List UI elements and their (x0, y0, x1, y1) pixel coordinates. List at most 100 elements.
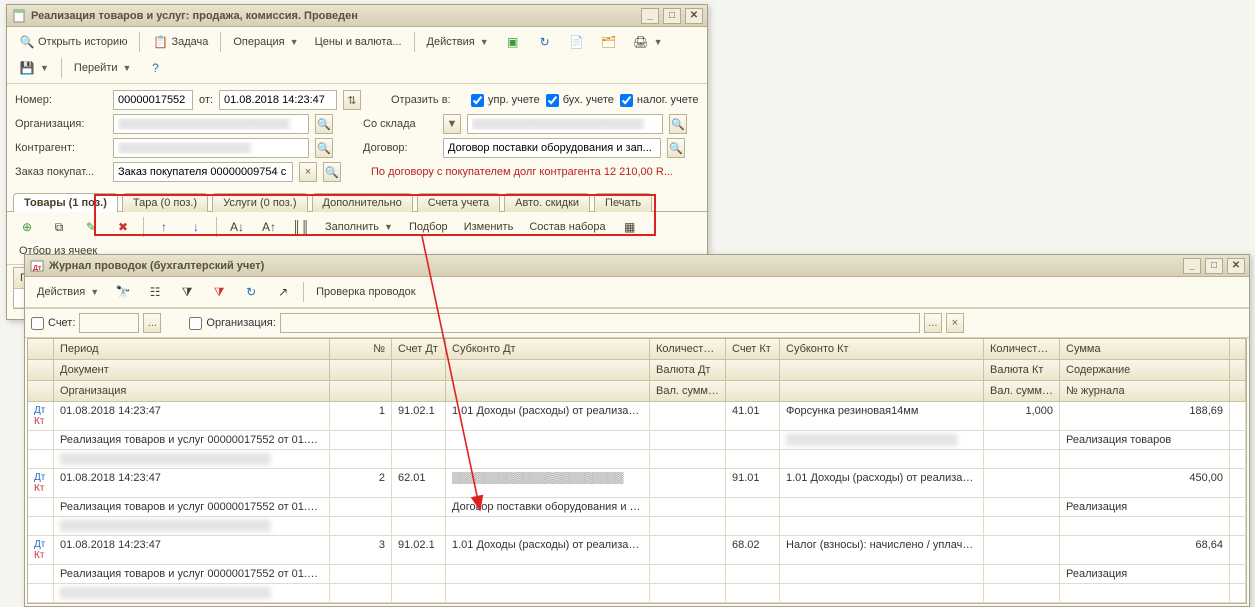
filter-off-button[interactable]: ⧩ (205, 281, 233, 303)
col-no[interactable]: № (330, 339, 392, 359)
journal-cell[interactable]: 2 (330, 469, 392, 498)
journal-cell[interactable] (392, 584, 446, 603)
journal-cell[interactable]: 3 (330, 536, 392, 565)
move-up-button[interactable]: ↑ (150, 216, 178, 238)
journal-cell[interactable]: ▒▒▒▒▒▒▒▒▒▒▒▒▒▒▒▒▒▒▒▒▒▒▒▒▒▒▒ (54, 450, 330, 469)
edit-row-button[interactable]: ✎ (77, 216, 105, 238)
cells-icon-button[interactable]: ▦ (616, 216, 644, 238)
goto-button[interactable]: Перейти ▼ (68, 59, 138, 77)
actions-button[interactable]: Действия ▼ (421, 33, 495, 51)
journal-cell[interactable] (984, 565, 1060, 584)
journal-cell[interactable] (984, 536, 1060, 565)
copy-button[interactable]: 📄 (563, 31, 591, 53)
journal-cell[interactable] (1230, 517, 1246, 536)
journal-cell[interactable] (1060, 517, 1230, 536)
journal-cell[interactable]: 1,000 (984, 402, 1060, 431)
store-dd[interactable]: ▼ (443, 114, 461, 134)
journal-cell[interactable]: ▒▒▒▒▒▒▒▒▒▒▒▒▒▒▒▒▒▒▒▒▒▒ (780, 431, 984, 450)
journal-cell[interactable]: 01.08.2018 14:23:47 (54, 469, 330, 498)
order-clear[interactable]: × (299, 162, 317, 182)
journal-cell[interactable] (1230, 469, 1246, 498)
refresh-journal-button[interactable]: ↻ (237, 281, 265, 303)
tab-0[interactable]: Товары (1 поз.) (13, 193, 118, 212)
store-input[interactable] (467, 114, 663, 134)
journal-cell[interactable] (650, 469, 726, 498)
journal-cell[interactable] (1230, 431, 1246, 450)
sort-desc-button[interactable]: A↑ (255, 216, 283, 238)
journal-cell[interactable] (392, 498, 446, 517)
journal-cell[interactable]: 68,64 (1060, 536, 1230, 565)
task-button[interactable]: 📋 Задача (146, 31, 214, 53)
journal-cell[interactable]: 188,69 (1060, 402, 1230, 431)
sort-asc-button[interactable]: A↓ (223, 216, 251, 238)
journal-cell[interactable]: ▒▒▒▒▒▒▒▒▒▒▒▒▒▒▒▒▒▒▒▒▒▒▒▒▒▒▒ (54, 517, 330, 536)
journal-cell[interactable] (726, 498, 780, 517)
copy-row-button[interactable]: ⧉ (45, 216, 73, 238)
minimize-button[interactable]: _ (641, 8, 659, 24)
col-cur-dt[interactable]: Валюта Дт (650, 360, 726, 380)
open-history-button[interactable]: 🔍 Открыть историю (13, 31, 133, 53)
tab-5[interactable]: Авто. скидки (504, 193, 590, 212)
journal-cell[interactable] (392, 565, 446, 584)
journal-cell[interactable] (650, 584, 726, 603)
journal-cell[interactable] (726, 584, 780, 603)
journal-cell[interactable] (780, 517, 984, 536)
counterparty-lookup[interactable]: 🔍 (315, 138, 333, 158)
journal-cell[interactable]: 41.01 (726, 402, 780, 431)
journal-cell[interactable] (330, 565, 392, 584)
journal-cell[interactable] (392, 450, 446, 469)
journal-cell[interactable]: 91.01 (726, 469, 780, 498)
col-org[interactable]: Организация (54, 381, 330, 401)
composition-button[interactable]: Состав набора (523, 218, 611, 236)
journal-cell[interactable]: ▒▒▒▒▒▒▒▒▒▒▒▒▒▒▒▒▒▒▒▒▒▒▒▒▒▒▒ (54, 584, 330, 603)
pick-button[interactable]: Подбор (403, 218, 454, 236)
counterparty-input[interactable] (113, 138, 309, 158)
journal-cell[interactable]: 1.01 Доходы (расходы) от реализаци... (446, 402, 650, 431)
col-qty-dt[interactable]: Количество ... (650, 339, 726, 359)
journal-cell[interactable] (1230, 402, 1246, 431)
col-valsum-dt[interactable]: Вал. сумма ... (650, 381, 726, 401)
journal-cell[interactable]: Договор поставки оборудования и з... (446, 498, 650, 517)
date-spinner[interactable]: ⇅ (343, 90, 361, 110)
journal-cell[interactable]: 1.01 Доходы (расходы) от реализаци... (446, 536, 650, 565)
save-dd-button[interactable]: 💾▼ (13, 57, 55, 79)
move-down-button[interactable]: ↓ (182, 216, 210, 238)
journal-cell[interactable]: 91.02.1 (392, 402, 446, 431)
order-input[interactable] (113, 162, 293, 182)
col-sub-kt[interactable]: Субконто Кт (780, 339, 984, 359)
account-filter-checkbox[interactable]: Счет: (31, 317, 75, 330)
post-button[interactable]: ▣ (499, 31, 527, 53)
help-button[interactable]: ? (141, 57, 169, 79)
col-qty-kt[interactable]: Количество ... (984, 339, 1060, 359)
col-doc[interactable]: Документ (54, 360, 330, 380)
col-content[interactable]: Содержание (1060, 360, 1230, 380)
journal-cell[interactable] (780, 565, 984, 584)
journal-cell[interactable] (330, 450, 392, 469)
filter-button[interactable]: ⧩ (173, 281, 201, 303)
close-button[interactable]: ✕ (685, 8, 703, 24)
journal-cell[interactable]: Форсунка резиновая14мм (780, 402, 984, 431)
journal-cell[interactable] (1230, 498, 1246, 517)
contract-input[interactable] (443, 138, 661, 158)
nalog-checkbox[interactable]: налог. учете (620, 94, 699, 107)
journal-cell[interactable] (446, 450, 650, 469)
journal-cell[interactable] (726, 431, 780, 450)
journal-cell[interactable] (330, 431, 392, 450)
journal-cell[interactable] (392, 431, 446, 450)
org-filter-input[interactable] (280, 313, 920, 333)
org-input[interactable] (113, 114, 309, 134)
org-lookup[interactable]: 🔍 (315, 114, 333, 134)
journal-cell[interactable] (1060, 450, 1230, 469)
journal-cell[interactable] (1230, 450, 1246, 469)
org-filter-checkbox[interactable]: Организация: (189, 317, 275, 330)
journal-cell[interactable]: 450,00 (1060, 469, 1230, 498)
refresh-button[interactable]: ↻ (531, 31, 559, 53)
journal-cell[interactable] (446, 584, 650, 603)
struct-button[interactable]: 🗂 (595, 31, 623, 53)
journal-cell[interactable] (650, 517, 726, 536)
tab-6[interactable]: Печать (594, 193, 652, 212)
journal-cell[interactable] (446, 431, 650, 450)
journal-actions-button[interactable]: Действия▼ (31, 283, 105, 301)
minimize-button[interactable]: _ (1183, 258, 1201, 274)
journal-cell[interactable]: 01.08.2018 14:23:47 (54, 402, 330, 431)
